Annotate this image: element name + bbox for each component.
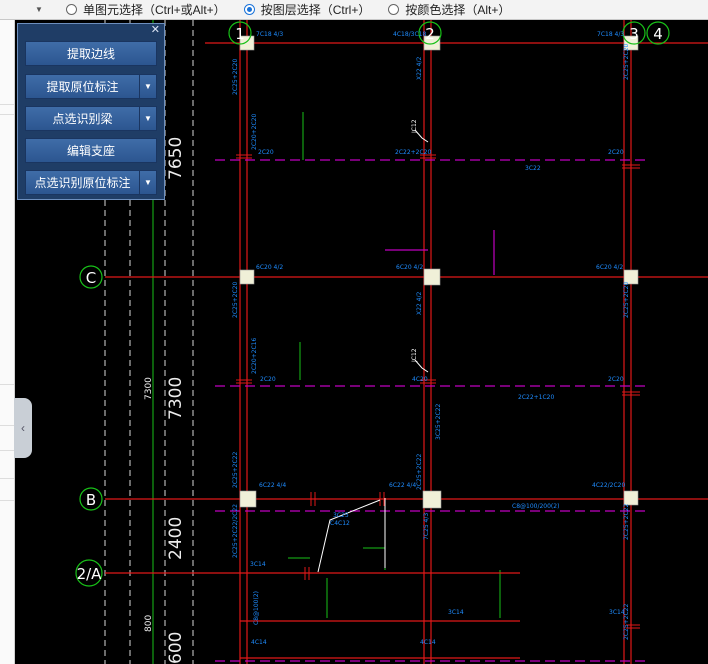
svg-text:4C14: 4C14 bbox=[420, 639, 436, 646]
pick-beam-button[interactable]: 点选识别梁 ▼ bbox=[25, 106, 157, 131]
svg-text:7C18 4/3: 7C18 4/3 bbox=[597, 31, 624, 38]
extract-edge-button[interactable]: 提取边线 bbox=[25, 41, 157, 66]
pick-annotation-label: 点选识别原位标注 bbox=[34, 176, 131, 190]
svg-text:3C14: 3C14 bbox=[250, 561, 266, 568]
left-sidebar bbox=[0, 20, 15, 664]
svg-text:6C20 4/2: 6C20 4/2 bbox=[396, 264, 423, 271]
svg-text:JC12: JC12 bbox=[411, 119, 418, 134]
radio-single-element-label: 单图元选择（Ctrl+或Alt+） bbox=[83, 3, 226, 17]
dropdown-arrow-icon[interactable]: ▼ bbox=[139, 171, 156, 194]
svg-text:2C20: 2C20 bbox=[608, 149, 624, 156]
edit-support-label: 编辑支座 bbox=[66, 144, 115, 158]
svg-text:2C25+2C22: 2C25+2C22 bbox=[623, 604, 630, 640]
svg-text:2: 2 bbox=[425, 25, 435, 43]
svg-text:7C25 4/3: 7C25 4/3 bbox=[423, 513, 430, 540]
dim-small-800: 800 bbox=[144, 615, 154, 632]
svg-text:3C25+2C22: 3C25+2C22 bbox=[435, 404, 442, 440]
svg-text:4C22/2C20: 4C22/2C20 bbox=[592, 482, 625, 489]
dim-7650: 7650 bbox=[166, 137, 186, 180]
radio-circle-icon[interactable] bbox=[388, 4, 400, 15]
pick-annotation-button[interactable]: 点选识别原位标注 ▼ bbox=[25, 170, 157, 195]
svg-text:2C20+2C20: 2C20+2C20 bbox=[251, 114, 258, 150]
dim-2400: 2400 bbox=[166, 517, 186, 560]
svg-text:JC12: JC12 bbox=[411, 348, 418, 363]
svg-text:2C25+2C20: 2C25+2C20 bbox=[623, 282, 630, 318]
svg-text:7C18 4/3: 7C18 4/3 bbox=[256, 31, 283, 38]
dropdown-arrow-icon[interactable]: ▼ bbox=[30, 5, 48, 14]
extract-annotation-button[interactable]: 提取原位标注 ▼ bbox=[25, 74, 157, 99]
svg-text:B: B bbox=[86, 491, 96, 509]
svg-text:X22 4/2: X22 4/2 bbox=[416, 57, 423, 80]
svg-text:6C22 4/4: 6C22 4/4 bbox=[259, 482, 286, 489]
extract-annotation-label: 提取原位标注 bbox=[46, 80, 119, 94]
svg-text:2C22+2C20: 2C22+2C20 bbox=[395, 149, 431, 156]
dropdown-arrow-icon[interactable]: ▼ bbox=[139, 75, 156, 98]
svg-text:2C25+2C22: 2C25+2C22 bbox=[232, 452, 239, 488]
svg-text:C8@100/200(2): C8@100/200(2) bbox=[512, 503, 559, 510]
svg-text:4C18/3C18: 4C18/3C18 bbox=[393, 31, 426, 38]
svg-text:2C25+2C20: 2C25+2C20 bbox=[623, 44, 630, 80]
svg-text:2C25+2C22: 2C25+2C22 bbox=[623, 504, 630, 540]
selection-toolbar: ▼ 单图元选择（Ctrl+或Alt+） 按图层选择（Ctrl+） 按颜色选择（A… bbox=[0, 0, 708, 20]
collapse-panel-handle[interactable]: ‹ bbox=[14, 398, 32, 458]
dim-7300: 7300 bbox=[166, 377, 186, 420]
svg-text:4: 4 bbox=[653, 25, 663, 43]
svg-text:C4C12: C4C12 bbox=[330, 520, 350, 527]
radio-circle-icon[interactable] bbox=[66, 4, 77, 15]
svg-text:4C20: 4C20 bbox=[412, 376, 428, 383]
svg-text:3C22: 3C22 bbox=[525, 165, 541, 172]
radio-by-color-label: 按颜色选择（Alt+） bbox=[405, 3, 511, 17]
dim-600: 600 bbox=[166, 632, 186, 664]
svg-text:2C25+2C20: 2C25+2C20 bbox=[232, 282, 239, 318]
svg-text:6C22 4/4: 6C22 4/4 bbox=[389, 482, 416, 489]
svg-text:3C14: 3C14 bbox=[448, 609, 464, 616]
edit-support-button[interactable]: 编辑支座 bbox=[25, 138, 157, 163]
svg-text:2C22+1C20: 2C22+1C20 bbox=[518, 394, 554, 401]
radio-single-element[interactable]: 单图元选择（Ctrl+或Alt+） bbox=[66, 1, 226, 18]
svg-text:2/A: 2/A bbox=[77, 565, 103, 583]
svg-text:2C25+2C20: 2C25+2C20 bbox=[232, 59, 239, 95]
radio-by-color[interactable]: 按颜色选择（Alt+） bbox=[388, 1, 510, 18]
radio-by-layer-label: 按图层选择（Ctrl+） bbox=[260, 3, 371, 17]
beam-tool-panel: ✕ 提取边线 提取原位标注 ▼ 点选识别梁 ▼ 编辑支座 点选识别原位标注 ▼ bbox=[17, 23, 165, 200]
svg-text:2C20: 2C20 bbox=[258, 149, 274, 156]
svg-text:4C14: 4C14 bbox=[251, 639, 267, 646]
svg-text:2C20+2C16: 2C20+2C16 bbox=[251, 338, 258, 374]
svg-text:3: 3 bbox=[629, 25, 639, 43]
svg-text:X22 4/2: X22 4/2 bbox=[416, 292, 423, 315]
radio-by-layer[interactable]: 按图层选择（Ctrl+） bbox=[243, 1, 371, 18]
pick-beam-label: 点选识别梁 bbox=[52, 112, 113, 126]
svg-text:6C20 4/2: 6C20 4/2 bbox=[256, 264, 283, 271]
svg-text:2C20: 2C20 bbox=[260, 376, 276, 383]
radio-selected-icon[interactable] bbox=[243, 4, 255, 15]
svg-text:2C20: 2C20 bbox=[608, 376, 624, 383]
svg-text:2C25+2C22/2C22: 2C25+2C22/2C22 bbox=[232, 504, 239, 558]
svg-text:2C25+2C22: 2C25+2C22 bbox=[416, 454, 423, 490]
svg-text:3C25: 3C25 bbox=[333, 512, 349, 519]
svg-text:6C20 4/2: 6C20 4/2 bbox=[596, 264, 623, 271]
svg-text:C: C bbox=[86, 269, 96, 287]
svg-text:1: 1 bbox=[235, 25, 245, 43]
chevron-left-icon: ‹ bbox=[21, 421, 25, 435]
close-icon[interactable]: ✕ bbox=[151, 23, 160, 36]
dropdown-arrow-icon[interactable]: ▼ bbox=[139, 107, 156, 130]
dim-small-7300: 7300 bbox=[144, 377, 154, 400]
svg-text:C8@100(2): C8@100(2) bbox=[253, 591, 260, 625]
extract-edge-label: 提取边线 bbox=[66, 47, 115, 61]
